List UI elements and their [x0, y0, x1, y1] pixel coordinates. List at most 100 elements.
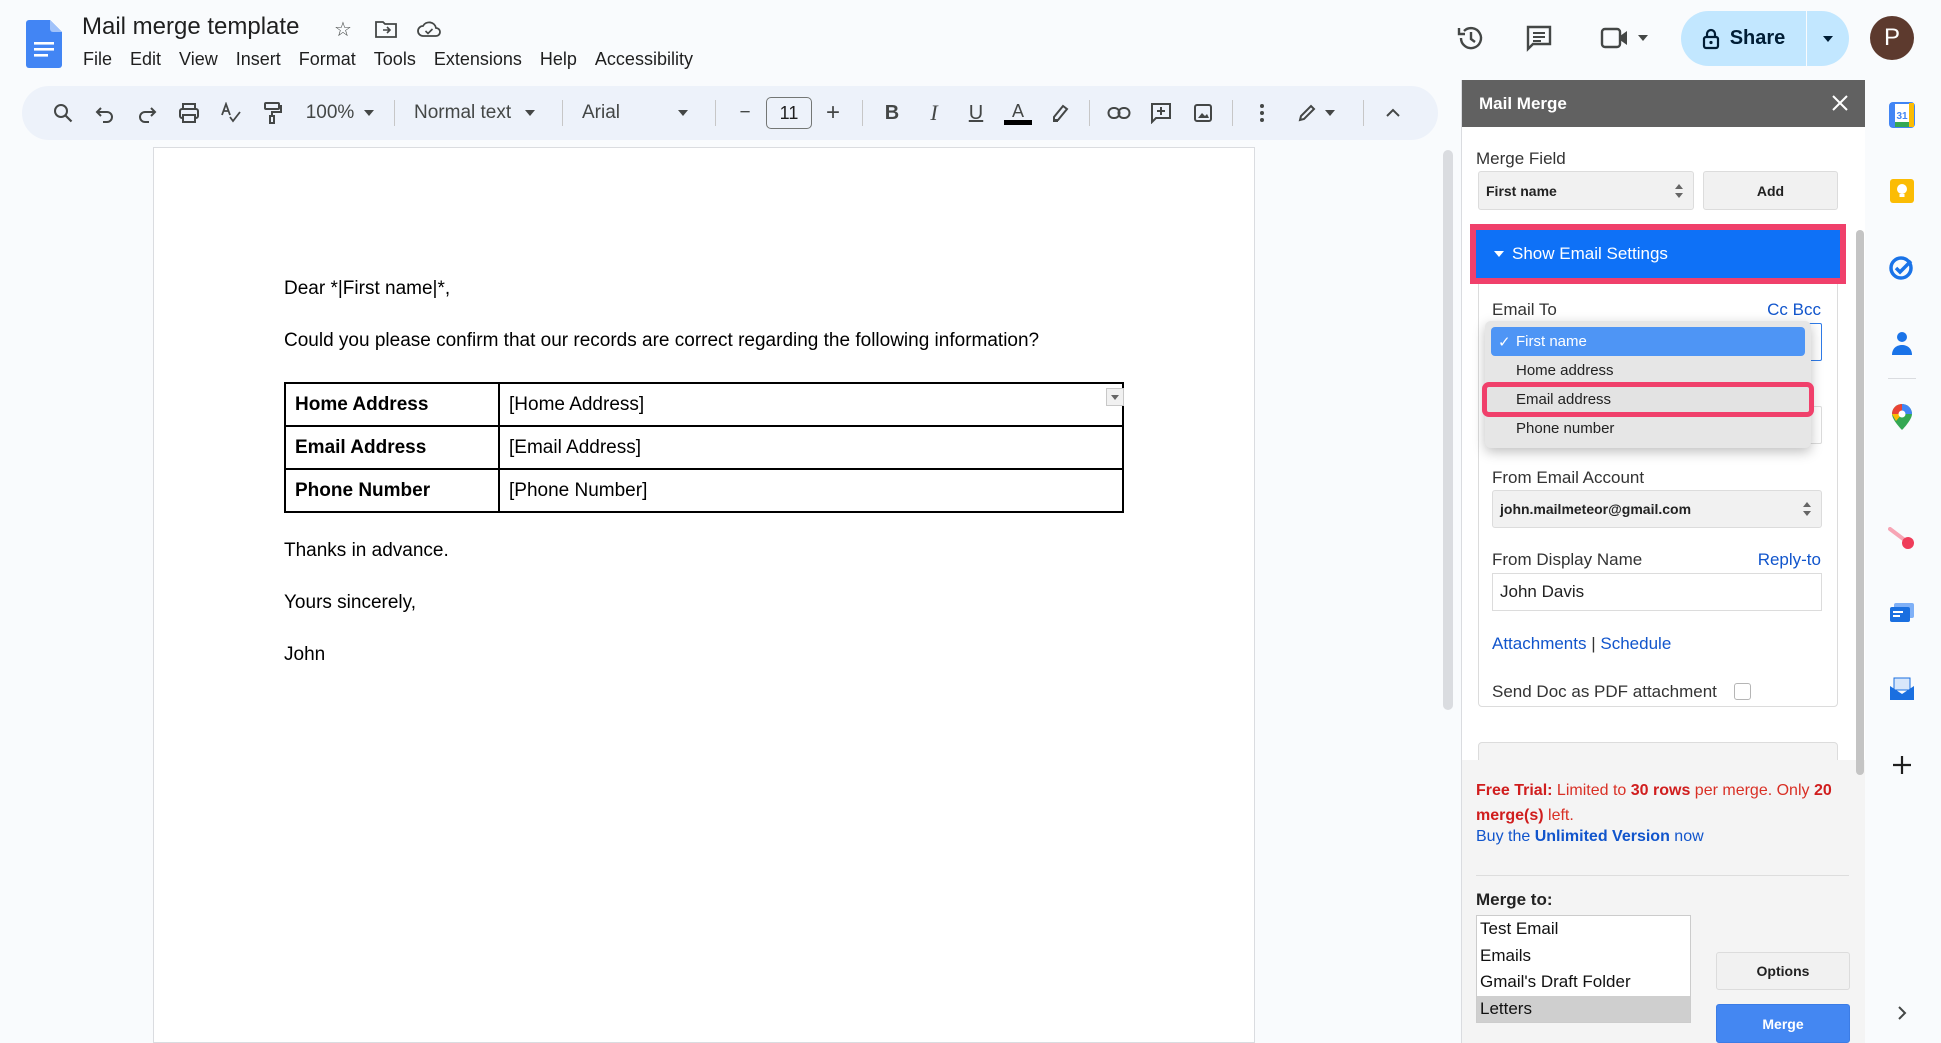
- merge-to-option-test-email[interactable]: Test Email: [1477, 916, 1690, 943]
- meet-button[interactable]: [1594, 20, 1654, 56]
- menu-help[interactable]: Help: [531, 47, 586, 72]
- menu-extensions[interactable]: Extensions: [425, 47, 531, 72]
- dropdown-option-home-address[interactable]: Home address: [1491, 356, 1805, 385]
- table-row: Email Address [Email Address]: [284, 425, 1124, 470]
- zoom-value: 100%: [305, 102, 355, 123]
- docs-logo-icon[interactable]: [26, 20, 62, 68]
- dropdown-option-first-name[interactable]: ✓ First name: [1491, 327, 1805, 356]
- merge-to-option-emails[interactable]: Emails: [1477, 943, 1690, 970]
- reply-to-link[interactable]: Reply-to: [1758, 550, 1821, 570]
- signature-line[interactable]: John: [284, 644, 325, 666]
- select-arrows-icon: [1803, 502, 1811, 516]
- undo-button[interactable]: [87, 95, 123, 131]
- chevron-right-icon[interactable]: [1887, 998, 1917, 1028]
- star-icon[interactable]: ☆: [330, 16, 356, 42]
- increase-font-size-button[interactable]: +: [815, 95, 851, 131]
- merge-button[interactable]: Merge: [1716, 1004, 1850, 1043]
- avatar[interactable]: P: [1870, 16, 1914, 60]
- closing-line[interactable]: Yours sincerely,: [284, 592, 416, 614]
- addon-card-icon[interactable]: [1887, 598, 1917, 628]
- display-name-input[interactable]: [1492, 573, 1822, 611]
- menu-tools[interactable]: Tools: [365, 47, 425, 72]
- buy-unlimited-link[interactable]: Buy the Unlimited Version now: [1476, 828, 1704, 846]
- highlight-color-button[interactable]: [1042, 95, 1078, 131]
- maps-icon[interactable]: [1887, 402, 1917, 432]
- cc-bcc-link[interactable]: Cc Bcc: [1767, 300, 1821, 320]
- greeting-line[interactable]: Dear *|First name|*,: [284, 278, 450, 300]
- add-icon[interactable]: [1887, 750, 1917, 780]
- merge-to-option-drafts[interactable]: Gmail's Draft Folder: [1477, 969, 1690, 996]
- menu-insert[interactable]: Insert: [227, 47, 290, 72]
- search-menus-button[interactable]: [45, 95, 81, 131]
- options-button[interactable]: Options: [1716, 952, 1850, 990]
- move-folder-icon[interactable]: [373, 16, 399, 42]
- font-family-select[interactable]: Arial: [574, 95, 704, 131]
- document-title[interactable]: Mail merge template: [82, 13, 299, 41]
- table-cell-label[interactable]: Email Address: [284, 425, 500, 470]
- comments-icon[interactable]: [1521, 20, 1557, 56]
- from-account-select[interactable]: john.mailmeteor@gmail.com: [1492, 490, 1822, 528]
- font-size-input[interactable]: 11: [766, 97, 812, 129]
- italic-button[interactable]: I: [916, 95, 952, 131]
- show-email-settings-button[interactable]: Show Email Settings: [1470, 224, 1846, 284]
- table-cell-value[interactable]: [Phone Number]: [498, 468, 1124, 513]
- merge-to-option-letters[interactable]: Letters: [1477, 995, 1690, 1022]
- decrease-font-size-button[interactable]: −: [727, 95, 763, 131]
- info-table: Home Address [Home Address] Email Addres…: [284, 382, 1124, 513]
- dropdown-option-phone-number[interactable]: Phone number: [1491, 414, 1805, 443]
- menu-format[interactable]: Format: [290, 47, 365, 72]
- zoom-select[interactable]: 100%: [297, 95, 383, 131]
- table-cell-value[interactable]: [Home Address]: [498, 382, 1124, 427]
- dropdown-option-email-address[interactable]: Email address: [1482, 382, 1814, 417]
- schedule-link[interactable]: Schedule: [1600, 634, 1671, 653]
- document-scrollbar[interactable]: [1443, 150, 1453, 710]
- add-field-button[interactable]: Add: [1703, 171, 1838, 210]
- menu-view[interactable]: View: [170, 47, 227, 72]
- hide-menus-button[interactable]: [1375, 95, 1411, 131]
- addon-mail-icon[interactable]: [1887, 674, 1917, 704]
- editing-mode-button[interactable]: [1286, 95, 1346, 131]
- cloud-saved-icon[interactable]: [416, 16, 442, 42]
- close-sidebar-button[interactable]: [1828, 91, 1852, 115]
- menu-bar: File Edit View Insert Format Tools Exten…: [74, 47, 702, 72]
- redo-button[interactable]: [129, 95, 165, 131]
- paint-format-button[interactable]: [255, 95, 291, 131]
- sidebar-scrollbar[interactable]: [1856, 230, 1864, 775]
- send-pdf-checkbox[interactable]: [1734, 683, 1751, 700]
- menu-file[interactable]: File: [74, 47, 121, 72]
- display-name-label: From Display Name: [1492, 550, 1643, 569]
- table-cell-value[interactable]: [Email Address]: [498, 425, 1124, 470]
- menu-accessibility[interactable]: Accessibility: [586, 47, 702, 72]
- tasks-icon[interactable]: [1887, 252, 1917, 282]
- print-button[interactable]: [171, 95, 207, 131]
- more-options-button[interactable]: [1244, 95, 1280, 131]
- paragraph-style-select[interactable]: Normal text: [406, 95, 551, 131]
- intro-paragraph[interactable]: Could you please confirm that our record…: [284, 330, 1039, 352]
- buy-prefix: Buy the: [1476, 828, 1535, 845]
- thanks-line[interactable]: Thanks in advance.: [284, 540, 449, 562]
- text-color-button[interactable]: A: [1000, 95, 1036, 131]
- calendar-icon[interactable]: 31: [1887, 100, 1917, 130]
- add-comment-button[interactable]: [1143, 95, 1179, 131]
- table-cell-label[interactable]: Phone Number: [284, 468, 500, 513]
- option-label: First name: [1516, 333, 1587, 350]
- merge-to-listbox[interactable]: Test Email Emails Gmail's Draft Folder L…: [1476, 915, 1691, 1023]
- bold-button[interactable]: B: [874, 95, 910, 131]
- mailmeteor-icon[interactable]: [1887, 524, 1917, 554]
- contacts-icon[interactable]: [1887, 328, 1917, 358]
- chevron-down-icon: [1325, 110, 1335, 116]
- attachments-link[interactable]: Attachments: [1492, 634, 1587, 653]
- underline-button[interactable]: U: [958, 95, 994, 131]
- share-button[interactable]: Share: [1681, 11, 1806, 66]
- spellcheck-button[interactable]: [213, 95, 249, 131]
- keep-icon[interactable]: [1887, 176, 1917, 206]
- menu-edit[interactable]: Edit: [121, 47, 170, 72]
- version-history-icon[interactable]: [1453, 20, 1489, 56]
- share-dropdown-button[interactable]: [1807, 11, 1849, 66]
- insert-image-button[interactable]: [1185, 95, 1221, 131]
- insert-link-button[interactable]: [1101, 95, 1137, 131]
- document-page[interactable]: Dear *|First name|*, Could you please co…: [153, 147, 1255, 1043]
- table-options-dropdown[interactable]: [1106, 388, 1124, 406]
- table-cell-label[interactable]: Home Address: [284, 382, 500, 427]
- merge-field-select[interactable]: First name: [1478, 171, 1694, 210]
